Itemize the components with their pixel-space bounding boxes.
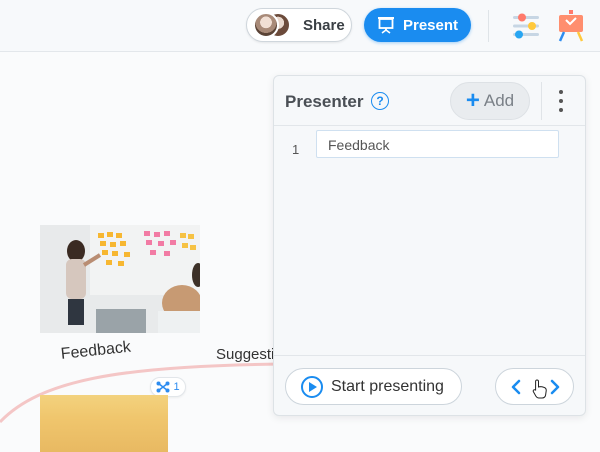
- start-label: Start presenting: [331, 377, 444, 395]
- presenter-panel: Presenter ? + Add 1 Feedback Start prese…: [273, 75, 586, 416]
- collaborator-avatars: [251, 11, 297, 39]
- present-button[interactable]: Present: [364, 8, 471, 42]
- branch-icon: [156, 381, 170, 393]
- plus-icon: +: [465, 87, 480, 114]
- start-presenting-button[interactable]: Start presenting: [285, 368, 462, 405]
- presenter-header: Presenter ? + Add: [274, 76, 585, 126]
- chevron-left-icon[interactable]: [508, 379, 524, 395]
- feedback-photo[interactable]: [40, 225, 200, 333]
- add-slide-button[interactable]: + Add: [450, 82, 530, 120]
- presenter-footer: Start presenting: [274, 355, 585, 415]
- play-icon: [301, 375, 323, 398]
- slide-navigation: [495, 368, 574, 405]
- slide-title-field[interactable]: Feedback: [316, 130, 559, 158]
- presentation-mode-icon[interactable]: [556, 10, 586, 42]
- format-panel-icon[interactable]: [512, 12, 540, 40]
- presentation-icon: [377, 17, 394, 34]
- link-count: 1: [173, 381, 180, 393]
- presenter-title: Presenter: [285, 92, 364, 111]
- help-icon[interactable]: ?: [371, 92, 389, 110]
- chevron-right-icon[interactable]: [547, 379, 563, 395]
- slide-number: 1: [292, 142, 300, 157]
- office-photo-image: [40, 225, 200, 333]
- add-label: Add: [483, 91, 515, 110]
- header-divider: [541, 82, 542, 120]
- link-count-badge[interactable]: 1: [150, 377, 186, 397]
- toolbar-divider: [488, 10, 489, 42]
- hand-cursor-icon: [532, 379, 547, 399]
- list-item[interactable]: 1 Feedback: [274, 130, 585, 162]
- share-label: Share: [303, 16, 345, 34]
- node-label-suggestion[interactable]: Suggesti: [216, 346, 274, 363]
- present-label: Present: [402, 16, 459, 34]
- sunset-photo[interactable]: [40, 395, 168, 452]
- avatar: [253, 12, 279, 38]
- top-toolbar: Share Present: [0, 0, 600, 52]
- share-button[interactable]: Share: [246, 8, 352, 42]
- more-options-icon[interactable]: [554, 90, 568, 112]
